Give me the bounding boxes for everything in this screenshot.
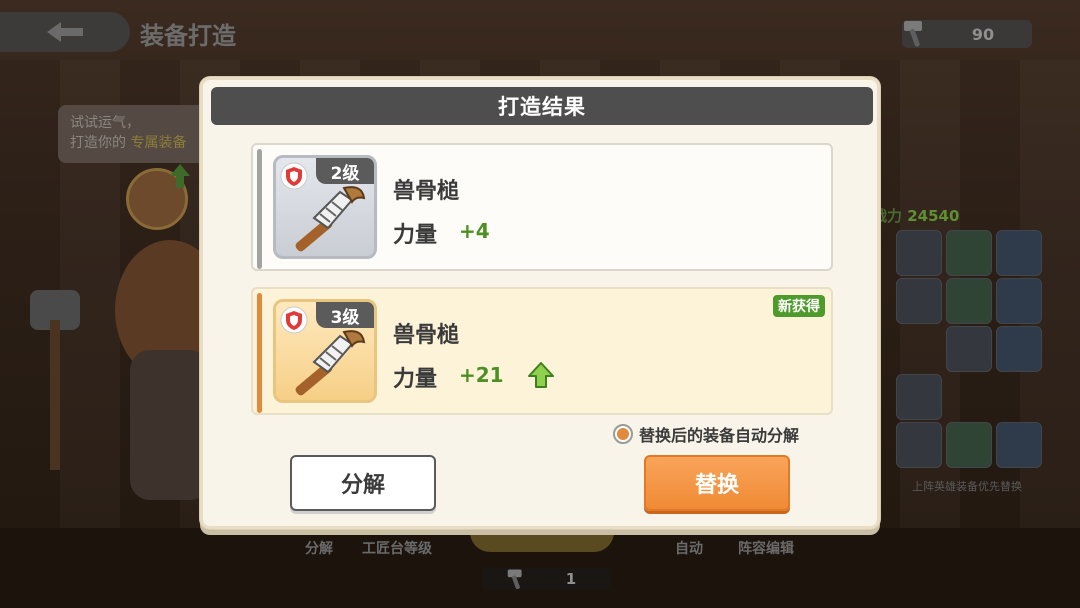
new-item-card[interactable]: 3级 兽骨槌 力量 +21 新获得 — [251, 287, 833, 415]
bottom-workbench-label[interactable]: 工匠台等级 — [362, 538, 432, 558]
hammer-icon — [904, 21, 922, 47]
page-title: 装备打造 — [140, 22, 236, 50]
rarity-stripe — [257, 293, 262, 413]
back-arrow-icon — [47, 22, 83, 42]
level-badge: 3级 — [316, 302, 374, 328]
resource-value: 90 — [971, 24, 995, 44]
bone-club-icon — [295, 330, 366, 396]
equip-slot[interactable] — [996, 422, 1042, 468]
hammer-counter: 1 — [482, 568, 610, 590]
workbench-stand — [470, 528, 614, 552]
stat-label: 力量 — [393, 367, 438, 392]
shield-icon — [280, 162, 308, 190]
bottom-decompose-label[interactable]: 分解 — [305, 538, 333, 558]
shield-icon — [280, 306, 308, 334]
speech-bubble: 试试运气， 打造你的 专属装备 — [58, 105, 218, 163]
equip-slot[interactable] — [946, 422, 992, 468]
item-name: 兽骨槌 — [393, 323, 460, 348]
auto-decompose-radio[interactable] — [613, 424, 633, 444]
equip-slot[interactable] — [946, 278, 992, 324]
replace-button[interactable]: 替换 — [644, 455, 790, 511]
dialog-title: 打造结果 — [498, 95, 586, 119]
bubble-prefix: 打造你的 — [70, 135, 126, 151]
stat-up-arrow-icon — [528, 362, 554, 388]
item-icon-slot[interactable]: 2级 — [273, 155, 377, 259]
equip-slot[interactable] — [896, 422, 942, 468]
equip-slot[interactable] — [896, 374, 942, 420]
auto-decompose-label: 替换后的装备自动分解 — [639, 426, 800, 445]
equip-slot[interactable] — [996, 326, 1042, 372]
blacksmith-character — [30, 240, 220, 500]
stat-value: +4 — [459, 219, 490, 243]
new-badge: 新获得 — [773, 295, 825, 317]
bottom-formation-label[interactable]: 阵容编辑 — [738, 538, 794, 558]
equip-slot[interactable] — [946, 326, 992, 372]
hammer-resource: 90 — [902, 20, 1032, 48]
decompose-button[interactable]: 分解 — [290, 455, 436, 511]
bubble-highlight: 专属装备 — [130, 135, 187, 151]
forge-result-dialog: 打造结果 2级 兽骨槌 力量 +4 3级 兽骨槌 力量 +21 新获得 替换后的… — [200, 77, 880, 529]
item-icon-slot[interactable]: 3级 — [273, 299, 377, 403]
bubble-line-1: 试试运气， — [70, 115, 140, 131]
equip-slot[interactable] — [896, 230, 942, 276]
equip-slot[interactable] — [946, 230, 992, 276]
back-button[interactable] — [0, 12, 130, 52]
stat-label: 力量 — [393, 223, 438, 248]
current-item-card[interactable]: 2级 兽骨槌 力量 +4 — [251, 143, 833, 271]
level-badge: 2级 — [316, 158, 374, 184]
replace-hint: 上阵英雄装备优先替换 — [912, 480, 1022, 493]
stat-value: +21 — [459, 363, 504, 387]
radio-dot — [617, 428, 629, 440]
power-display: 战力 24540 — [872, 205, 959, 226]
item-name: 兽骨槌 — [393, 179, 460, 204]
bubble-line-2: 打造你的 专属装备 — [70, 133, 206, 153]
equip-slot[interactable] — [996, 230, 1042, 276]
bone-club-icon — [295, 186, 366, 252]
auto-decompose-option[interactable]: 替换后的装备自动分解 — [613, 422, 799, 446]
bottom-auto-label[interactable]: 自动 — [675, 538, 703, 558]
hammer-icon — [507, 569, 522, 590]
counter-value: 1 — [565, 570, 577, 588]
equip-slot[interactable] — [996, 278, 1042, 324]
rarity-stripe — [257, 149, 262, 269]
equip-slot[interactable] — [896, 278, 942, 324]
upgrade-arrow-icon — [170, 164, 190, 188]
dialog-title-bar: 打造结果 — [211, 87, 873, 125]
power-value: 24540 — [907, 207, 960, 225]
